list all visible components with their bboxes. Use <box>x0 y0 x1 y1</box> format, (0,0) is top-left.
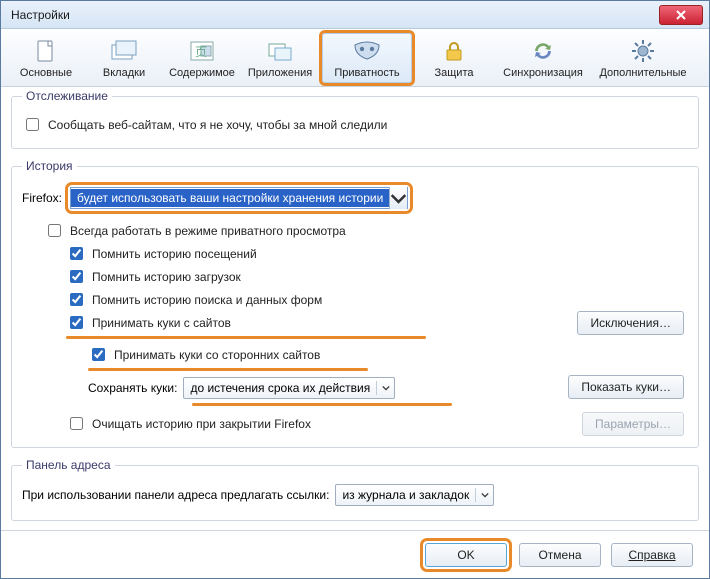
remember-browsing-checkbox[interactable] <box>70 247 83 260</box>
clear-settings-button: Параметры… <box>582 412 684 436</box>
tracking-legend: Отслеживание <box>22 89 112 103</box>
page-icon <box>30 37 62 65</box>
firefox-label: Firefox: <box>22 191 62 205</box>
clear-on-close-checkbox[interactable] <box>70 417 83 430</box>
history-legend: История <box>22 159 77 173</box>
content-area: Отслеживание Сообщать веб-сайтам, что я … <box>11 89 699 530</box>
keep-cookies-label: Сохранять куки: <box>88 381 177 395</box>
tab-applications[interactable]: Приложения <box>241 31 319 85</box>
gear-icon <box>627 37 659 65</box>
dialog-footer: OK Отмена Справка <box>1 530 709 578</box>
tab-label: Приложения <box>248 67 312 79</box>
category-toolbar: Основные Вкладки 页 Содержимое Приложения… <box>1 29 709 87</box>
remember-search-label: Помнить историю поиска и данных форм <box>92 293 322 307</box>
locationbar-select[interactable]: из журнала и закладок <box>335 484 494 506</box>
locationbar-label: При использовании панели адреса предлага… <box>22 488 329 502</box>
mask-icon <box>351 37 383 65</box>
chevron-down-icon <box>475 488 489 502</box>
content-icon: 页 <box>186 37 218 65</box>
tab-label: Вкладки <box>103 67 145 79</box>
tab-label: Содержимое <box>169 67 235 79</box>
show-cookies-button[interactable]: Показать куки… <box>568 375 684 399</box>
sync-icon <box>527 37 559 65</box>
tab-content[interactable]: 页 Содержимое <box>163 31 241 85</box>
tab-label: Основные <box>20 67 72 79</box>
locationbar-value: из журнала и закладок <box>342 488 469 502</box>
close-icon <box>676 10 686 20</box>
tab-label: Синхронизация <box>503 67 583 79</box>
clear-on-close-label: Очищать историю при закрытии Firefox <box>92 417 311 431</box>
help-button[interactable]: Справка <box>611 543 693 567</box>
tab-sync[interactable]: Синхронизация <box>493 31 593 85</box>
tab-security[interactable]: Защита <box>415 31 493 85</box>
ok-button[interactable]: OK <box>425 543 507 567</box>
tab-label: Дополнительные <box>599 67 686 79</box>
highlight-line <box>192 403 452 406</box>
tracking-group: Отслеживание Сообщать веб-сайтам, что я … <box>11 89 699 149</box>
accept-cookies-label: Принимать куки с сайтов <box>92 316 231 330</box>
always-private-checkbox[interactable] <box>48 224 61 237</box>
tab-label: Защита <box>435 67 474 79</box>
history-mode-select[interactable]: будет использовать ваши настройки хранен… <box>70 191 408 205</box>
apps-icon <box>264 37 296 65</box>
chevron-down-icon <box>389 187 407 209</box>
close-button[interactable] <box>659 5 703 25</box>
remember-browsing-label: Помнить историю посещений <box>92 247 257 261</box>
remember-downloads-label: Помнить историю загрузок <box>92 270 241 284</box>
locationbar-legend: Панель адреса <box>22 458 115 472</box>
keep-cookies-value: до истечения срока их действия <box>190 381 370 395</box>
highlight-line <box>88 368 368 371</box>
svg-text:页: 页 <box>195 45 207 59</box>
keep-cookies-select[interactable]: до истечения срока их действия <box>183 377 395 399</box>
titlebar: Настройки <box>1 1 709 29</box>
history-group: История Firefox: будет использовать ваши… <box>11 159 699 448</box>
history-mode-value: будет использовать ваши настройки хранен… <box>71 189 389 207</box>
chevron-down-icon <box>376 381 390 395</box>
highlight-line <box>66 336 426 339</box>
tab-label: Приватность <box>334 67 399 79</box>
always-private-label: Всегда работать в режиме приватного прос… <box>70 224 346 238</box>
remember-search-checkbox[interactable] <box>70 293 83 306</box>
dnt-checkbox[interactable] <box>26 118 39 131</box>
remember-downloads-checkbox[interactable] <box>70 270 83 283</box>
locationbar-group: Панель адреса При использовании панели а… <box>11 458 699 521</box>
dnt-label: Сообщать веб-сайтам, что я не хочу, чтоб… <box>48 118 387 132</box>
exceptions-button[interactable]: Исключения… <box>577 311 684 335</box>
tab-privacy-highlight: Приватность <box>319 30 415 86</box>
tabs-icon <box>108 37 140 65</box>
tab-tabs[interactable]: Вкладки <box>85 31 163 85</box>
tab-privacy[interactable]: Приватность <box>322 33 412 83</box>
settings-window: Настройки Основные Вкладки 页 Содержимое … <box>0 0 710 579</box>
lock-icon <box>438 37 470 65</box>
accept-third-checkbox[interactable] <box>92 348 105 361</box>
tab-advanced[interactable]: Дополнительные <box>593 31 693 85</box>
window-title: Настройки <box>7 8 659 22</box>
accept-third-label: Принимать куки со сторонних сайтов <box>114 348 320 362</box>
accept-cookies-checkbox[interactable] <box>70 316 83 329</box>
tab-general[interactable]: Основные <box>7 31 85 85</box>
cancel-button[interactable]: Отмена <box>519 543 601 567</box>
